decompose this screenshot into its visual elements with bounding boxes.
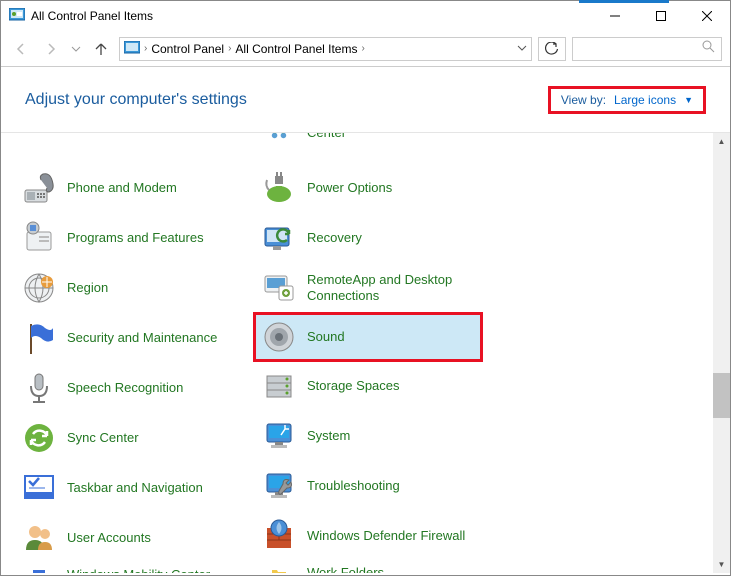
scroll-up-button[interactable]: ▲ <box>713 133 730 150</box>
view-by-label: View by: <box>561 93 606 107</box>
address-dropdown[interactable] <box>517 40 527 58</box>
item-taskbar-and-navigation[interactable]: Taskbar and Navigation <box>13 463 253 513</box>
item-work-folders[interactable]: Work Folders <box>253 561 493 573</box>
item-phone-and-modem[interactable]: Phone and Modem <box>13 163 253 213</box>
users-icon <box>21 520 57 556</box>
item-label: Security and Maintenance <box>67 330 217 346</box>
item-label: Taskbar and Navigation <box>67 480 203 496</box>
item-label: Windows Defender Firewall <box>307 528 465 544</box>
view-by-value[interactable]: Large icons <box>614 93 676 107</box>
firewall-icon <box>261 518 297 554</box>
network-icon <box>261 133 297 141</box>
folder-icon <box>261 565 297 573</box>
item-label: Sound <box>307 329 345 345</box>
region-icon <box>21 270 57 306</box>
taskbar-icon <box>21 470 57 506</box>
breadcrumb-all-items[interactable]: All Control Panel Items <box>231 42 361 56</box>
close-button[interactable] <box>684 1 730 31</box>
search-icon <box>702 40 715 58</box>
header: Adjust your computer's settings View by:… <box>1 67 730 133</box>
item-label: Phone and Modem <box>67 180 177 196</box>
navigation-bar: › Control Panel › All Control Panel Item… <box>1 31 730 67</box>
column-1: Phone and Modem Programs and Features Re… <box>13 133 253 573</box>
item-label: Storage Spaces <box>307 378 400 394</box>
sound-icon <box>261 319 297 355</box>
item-troubleshooting[interactable]: Troubleshooting <box>253 461 493 511</box>
item-sound[interactable]: Sound <box>253 312 483 362</box>
item-security-and-maintenance[interactable]: Security and Maintenance <box>13 313 253 363</box>
title-bar: All Control Panel Items <box>1 1 730 31</box>
view-by-selector[interactable]: View by: Large icons ▼ <box>548 86 706 114</box>
item-label: Programs and Features <box>67 230 204 246</box>
scroll-down-button[interactable]: ▼ <box>713 556 730 573</box>
search-input[interactable] <box>572 37 722 61</box>
item-system[interactable]: System <box>253 411 493 461</box>
item-label: Speech Recognition <box>67 380 183 396</box>
item-label: Region <box>67 280 108 296</box>
item-center-cutoff[interactable]: Center <box>253 133 493 163</box>
item-label: Windows Mobility Center <box>67 567 210 573</box>
item-programs-and-features[interactable]: Programs and Features <box>13 213 253 263</box>
item-sync-center[interactable]: Sync Center <box>13 413 253 463</box>
control-panel-icon <box>124 41 140 57</box>
flag-icon <box>21 320 57 356</box>
item-cutoff-top[interactable] <box>13 133 253 163</box>
microphone-icon <box>21 370 57 406</box>
item-power-options[interactable]: Power Options <box>253 163 493 213</box>
page-title: Adjust your computer's settings <box>25 91 247 109</box>
sync-icon <box>21 420 57 456</box>
programs-icon <box>21 220 57 256</box>
up-button[interactable] <box>89 37 113 61</box>
system-icon <box>261 418 297 454</box>
item-label: Troubleshooting <box>307 478 400 494</box>
item-label: Power Options <box>307 180 392 196</box>
recent-dropdown[interactable] <box>69 37 83 61</box>
item-windows-mobility-center[interactable]: Windows Mobility Center <box>13 563 253 573</box>
chevron-down-icon: ▼ <box>684 95 693 105</box>
item-label: Work Folders <box>307 565 384 573</box>
item-user-accounts[interactable]: User Accounts <box>13 513 253 563</box>
item-speech-recognition[interactable]: Speech Recognition <box>13 363 253 413</box>
power-icon <box>261 170 297 206</box>
window-title: All Control Panel Items <box>31 9 592 23</box>
maximize-button[interactable] <box>638 1 684 31</box>
mobility-icon <box>21 567 57 573</box>
minimize-button[interactable] <box>592 1 638 31</box>
phone-icon <box>21 170 57 206</box>
scrollbar[interactable]: ▲ ▼ <box>713 133 730 573</box>
chevron-right-icon[interactable]: › <box>361 43 364 54</box>
refresh-button[interactable] <box>538 37 566 61</box>
column-2: Center Power Options Recovery RemoteApp … <box>253 133 493 573</box>
content-area: Phone and Modem Programs and Features Re… <box>1 133 730 573</box>
breadcrumb-control-panel[interactable]: Control Panel <box>147 42 228 56</box>
item-windows-defender-firewall[interactable]: Windows Defender Firewall <box>253 511 493 561</box>
item-label: Recovery <box>307 230 362 246</box>
address-bar[interactable]: › Control Panel › All Control Panel Item… <box>119 37 532 61</box>
control-panel-icon <box>9 8 25 24</box>
item-region[interactable]: Region <box>13 263 253 313</box>
item-recovery[interactable]: Recovery <box>253 213 493 263</box>
troubleshoot-icon <box>261 468 297 504</box>
storage-icon <box>261 368 297 404</box>
forward-button[interactable] <box>39 37 63 61</box>
item-label: Center <box>307 133 346 141</box>
item-label: System <box>307 428 350 444</box>
back-button[interactable] <box>9 37 33 61</box>
item-label: Sync Center <box>67 430 139 446</box>
item-label: User Accounts <box>67 530 151 546</box>
item-storage-spaces[interactable]: Storage Spaces <box>253 361 493 411</box>
recovery-icon <box>261 220 297 256</box>
item-remoteapp[interactable]: RemoteApp and Desktop Connections <box>253 263 493 313</box>
remoteapp-icon <box>261 270 297 306</box>
item-label: RemoteApp and Desktop Connections <box>307 272 485 303</box>
scroll-thumb[interactable] <box>713 373 730 418</box>
